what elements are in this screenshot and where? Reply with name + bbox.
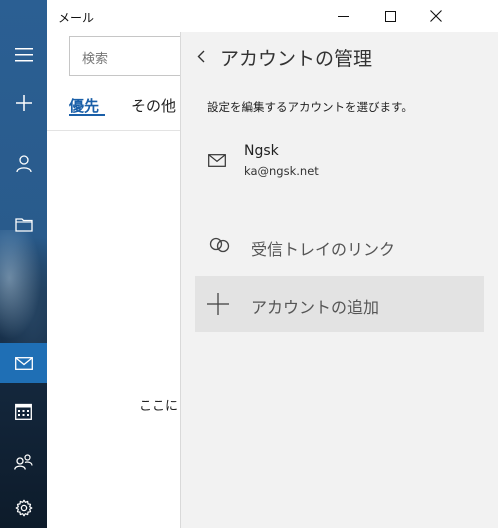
account-item[interactable] <box>195 136 484 186</box>
mail-nav-button[interactable] <box>0 343 47 383</box>
mail-icon <box>14 356 33 370</box>
accounts-button[interactable] <box>0 144 47 184</box>
link-inboxes-label: 受信トレイのリンク <box>251 240 396 259</box>
tab-other[interactable]: その他 <box>131 95 176 116</box>
gear-icon <box>15 499 32 517</box>
folder-icon <box>14 217 33 232</box>
back-button[interactable] <box>193 46 209 66</box>
calendar-nav-button[interactable] <box>0 391 47 431</box>
menu-button[interactable] <box>0 35 47 75</box>
menu-icon <box>14 48 33 62</box>
people-icon <box>14 454 33 470</box>
account-email: ka@ngsk.net <box>244 164 319 178</box>
calendar-icon <box>15 403 32 420</box>
rail-background-image <box>0 230 47 350</box>
maximize-icon <box>385 10 396 22</box>
app-title: メール <box>58 11 95 25</box>
tab-focused[interactable]: 優先 <box>69 95 99 116</box>
close-button[interactable] <box>413 0 458 32</box>
tab-focused-underline <box>69 114 105 116</box>
plus-icon <box>15 95 32 111</box>
panel-instruction: 設定を編集するアカウントを選びます。 <box>207 100 413 114</box>
minimize-button[interactable] <box>318 0 368 32</box>
nav-rail <box>0 0 47 528</box>
chevron-left-icon <box>197 50 205 62</box>
panel-title: アカウントの管理 <box>220 48 373 70</box>
people-nav-button[interactable] <box>0 442 47 482</box>
link-icon <box>209 237 230 253</box>
search-placeholder: 検索 <box>82 52 109 67</box>
close-icon <box>429 10 442 22</box>
plus-icon <box>207 293 229 315</box>
new-mail-button[interactable] <box>0 83 47 123</box>
tabs-divider <box>47 130 180 131</box>
window-controls <box>318 0 498 32</box>
person-icon <box>15 155 32 173</box>
minimize-icon <box>337 15 349 17</box>
mail-icon <box>208 154 226 167</box>
empty-inbox-message: ここに <box>139 399 179 414</box>
settings-button[interactable] <box>0 488 47 528</box>
folders-button[interactable] <box>0 204 47 244</box>
account-name: Ngsk <box>244 143 279 159</box>
add-account-label: アカウントの追加 <box>251 298 380 317</box>
maximize-button[interactable] <box>368 0 413 32</box>
